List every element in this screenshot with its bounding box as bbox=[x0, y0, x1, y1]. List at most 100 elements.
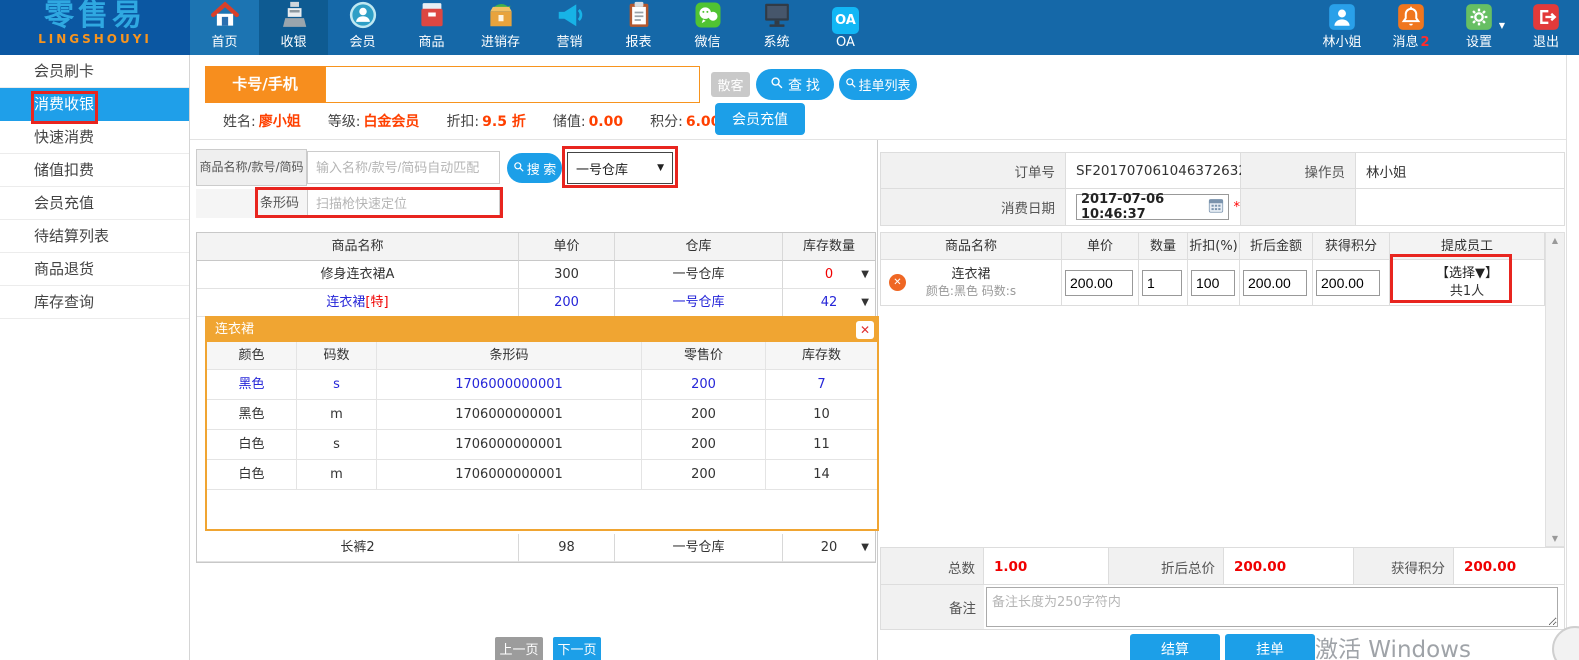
warehouse-select[interactable]: 一号仓库 ▼ bbox=[567, 152, 673, 184]
product-search-label: 商品名称/款号/简码 bbox=[196, 149, 307, 186]
remark-textarea[interactable] bbox=[986, 587, 1558, 627]
message-count-badge: 2 bbox=[1420, 35, 1429, 50]
app-logo: 零售易 LINGSHOUYI bbox=[0, 0, 190, 55]
nav-item-wechat[interactable]: 微信 bbox=[673, 0, 742, 55]
nav-item-inventory[interactable]: 进销存 bbox=[466, 0, 535, 55]
nav-item-home[interactable]: 首页 bbox=[190, 0, 259, 55]
sku-row[interactable]: 白色 m 1706000000001 200 14 bbox=[207, 460, 877, 490]
member-discount: 9.5 折 bbox=[482, 114, 526, 130]
nav-item-report[interactable]: 报表 bbox=[604, 0, 673, 55]
next-page-button[interactable]: 下一页 bbox=[553, 637, 601, 660]
scroll-up-icon[interactable]: ▲ bbox=[1546, 236, 1564, 245]
nav-item-oa[interactable]: OA OA bbox=[811, 0, 880, 55]
select-caret-icon: ▼ bbox=[657, 163, 664, 173]
oa-icon: OA bbox=[832, 7, 859, 34]
cart-item-name: 连衣裙 bbox=[881, 266, 1061, 283]
totals-row: 总数 1.00 折后总价 200.00 获得积分 200.00 bbox=[880, 547, 1565, 585]
inventory-carton-icon bbox=[486, 0, 516, 35]
sidebar-item-stored-value-deduct[interactable]: 储值扣费 bbox=[0, 154, 189, 187]
gear-icon: ▼ bbox=[1465, 3, 1493, 35]
cart-discount-input[interactable] bbox=[1191, 270, 1235, 296]
cart-points-input[interactable] bbox=[1316, 270, 1380, 296]
chevron-down-icon: ▼ bbox=[1499, 21, 1505, 30]
cart-item-row: ✕ 连衣裙 颜色:黑色 码数:s 【选择▼】 共1人 bbox=[880, 260, 1545, 306]
nav-item-cashier[interactable]: 收银 bbox=[259, 0, 328, 55]
order-number: SF201707061046372632 bbox=[1066, 153, 1241, 189]
sku-popup-title: 连衣裙 bbox=[207, 318, 877, 342]
nav-item-member[interactable]: 会员 bbox=[328, 0, 397, 55]
windows-activation-watermark: 激活 Windows bbox=[1315, 630, 1471, 660]
stock-expand-caret[interactable]: ▼ bbox=[861, 289, 869, 316]
sidebar-item-quick-consume[interactable]: 快速消费 bbox=[0, 121, 189, 154]
brand-subtitle: LINGSHOUYI bbox=[0, 32, 190, 46]
topbar-messages[interactable]: 消息2 bbox=[1382, 0, 1440, 55]
search-icon bbox=[845, 77, 857, 92]
member-level: 白金会员 bbox=[363, 114, 419, 130]
logout-icon bbox=[1532, 3, 1560, 35]
megaphone-icon bbox=[555, 0, 585, 35]
topbar-user[interactable]: 林小姐 bbox=[1312, 0, 1372, 55]
search-icon bbox=[513, 161, 525, 176]
product-search-button[interactable]: 搜 索 bbox=[507, 153, 562, 183]
sidebar-item-member-recharge[interactable]: 会员充值 bbox=[0, 187, 189, 220]
home-icon bbox=[210, 0, 240, 35]
cart-price-input[interactable] bbox=[1065, 270, 1133, 296]
sku-row-selected[interactable]: 黑色 s 1706000000001 200 7 bbox=[207, 370, 877, 400]
checkout-button[interactable]: 结算 bbox=[1130, 634, 1220, 660]
card-phone-input[interactable] bbox=[325, 66, 700, 103]
cart-table-header: 商品名称 单价 数量 折扣(%) 折后金额 获得积分 提成员工 bbox=[880, 232, 1545, 260]
product-row[interactable]: 修身连衣裙A 300 一号仓库 0▼ bbox=[197, 261, 875, 289]
cart-qty-input[interactable] bbox=[1142, 270, 1182, 296]
sidebar-item-product-return[interactable]: 商品退货 bbox=[0, 253, 189, 286]
nav-item-product[interactable]: 商品 bbox=[397, 0, 466, 55]
member-icon bbox=[348, 0, 378, 35]
prev-page-button[interactable]: 上一页 bbox=[495, 637, 543, 660]
sku-row[interactable]: 黑色 m 1706000000001 200 10 bbox=[207, 400, 877, 430]
cash-register-icon bbox=[279, 0, 309, 35]
product-row[interactable]: 长裤2 98 一号仓库 20▼ bbox=[197, 534, 875, 562]
close-icon[interactable]: ✕ bbox=[856, 321, 874, 339]
bell-icon bbox=[1397, 3, 1425, 35]
find-member-button[interactable]: 查 找 bbox=[756, 69, 834, 100]
nav-item-marketing[interactable]: 营销 bbox=[535, 0, 604, 55]
product-row-selected[interactable]: 连衣裙[特] 200 一号仓库 42▼ bbox=[197, 289, 875, 317]
hold-order-button[interactable]: 挂单 bbox=[1225, 634, 1315, 660]
sku-table-header: 颜色 码数 条形码 零售价 库存数 bbox=[207, 342, 877, 370]
card-phone-label: 卡号/手机 bbox=[205, 66, 325, 103]
top-navigation-bar: 零售易 LINGSHOUYI 首页 收银 会员 商品 进销存 营销 bbox=[0, 0, 1579, 55]
product-table-header: 商品名称 单价 仓库 库存数量 bbox=[197, 233, 875, 261]
staff-count: 共1人 bbox=[1390, 283, 1544, 300]
cart-item-spec: 颜色:黑色 码数:s bbox=[881, 283, 1061, 299]
total-quantity: 1.00 bbox=[984, 548, 1109, 585]
product-search-input[interactable] bbox=[307, 151, 500, 184]
member-stored-value: 0.00 bbox=[589, 114, 624, 130]
hold-order-list-button[interactable]: 挂单列表 bbox=[839, 69, 917, 100]
sidebar-item-consume-cashier[interactable]: 消费收银 bbox=[0, 88, 189, 121]
stock-expand-caret[interactable]: ▼ bbox=[861, 261, 869, 288]
brand-name: 零售易 bbox=[0, 0, 190, 32]
page-scrollbar-track[interactable] bbox=[1566, 55, 1579, 660]
earned-points: 200.00 bbox=[1454, 548, 1564, 585]
walkin-customer-button[interactable]: 散客 bbox=[711, 72, 750, 97]
staff-select[interactable]: 【选择▼】 bbox=[1390, 265, 1544, 283]
barcode-input[interactable] bbox=[307, 189, 500, 218]
scroll-down-icon[interactable]: ▼ bbox=[1546, 534, 1564, 543]
calendar-icon bbox=[1208, 198, 1224, 217]
cart-amount-input[interactable] bbox=[1243, 270, 1307, 296]
sidebar-item-stock-query[interactable]: 库存查询 bbox=[0, 286, 189, 319]
product-select-panel: 商品名称/款号/简码 搜 索 一号仓库 ▼ 条形码 商品名称 单价 仓库 库存数… bbox=[190, 140, 878, 660]
sku-row[interactable]: 白色 s 1706000000001 200 11 bbox=[207, 430, 877, 460]
sidebar-item-member-swipe[interactable]: 会员刷卡 bbox=[0, 55, 189, 88]
main-nav: 首页 收银 会员 商品 进销存 营销 报表 微信 bbox=[190, 0, 880, 55]
sidebar-item-pending-settlement[interactable]: 待结算列表 bbox=[0, 220, 189, 253]
left-sidebar: 会员刷卡 消费收银 快速消费 储值扣费 会员充值 待结算列表 商品退货 库存查询 bbox=[0, 55, 190, 660]
cart-scrollbar[interactable]: ▲ ▼ bbox=[1545, 232, 1565, 547]
consume-date-picker[interactable]: 2017-07-06 10:46:37 bbox=[1076, 194, 1229, 220]
member-recharge-button[interactable]: 会员充值 bbox=[715, 103, 805, 135]
delete-item-icon[interactable]: ✕ bbox=[889, 274, 906, 291]
stock-expand-caret[interactable]: ▼ bbox=[861, 534, 869, 561]
topbar-logout[interactable]: 退出 bbox=[1518, 0, 1574, 55]
topbar-settings[interactable]: ▼ 设置 bbox=[1450, 0, 1508, 55]
order-info-table: 订单号 SF201707061046372632 操作员 林小姐 消费日期 20… bbox=[880, 152, 1565, 226]
nav-item-system[interactable]: 系统 bbox=[742, 0, 811, 55]
